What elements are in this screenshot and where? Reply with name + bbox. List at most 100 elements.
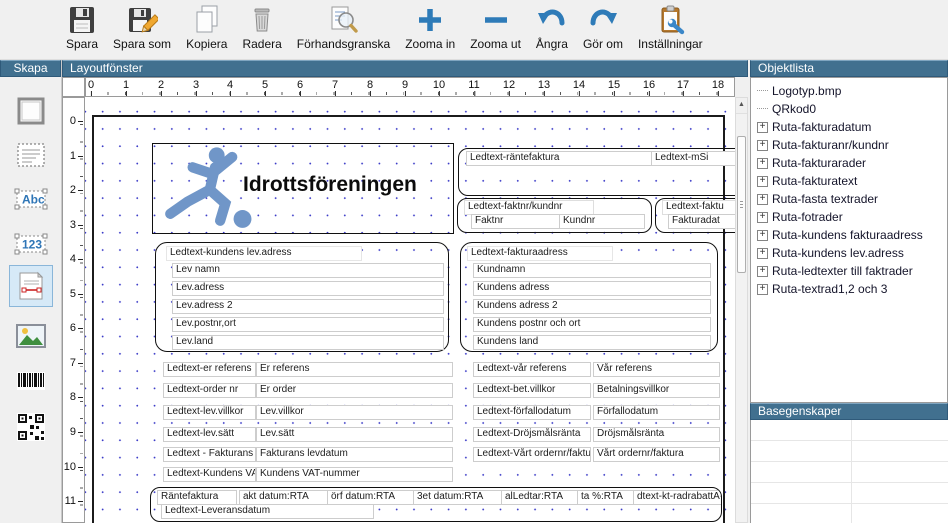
tree-item-fasta-textrader[interactable]: Ruta-fasta textrader bbox=[751, 190, 947, 208]
ref-value[interactable]: Lev.villkor bbox=[256, 405, 453, 420]
msi-label[interactable]: Ledtext-mSi bbox=[651, 151, 735, 166]
ref-value[interactable]: Vår referens bbox=[593, 362, 720, 377]
lev-postnr-field[interactable]: Lev.postnr,ort bbox=[172, 317, 444, 332]
tree-item-kundens-lev-adress[interactable]: Ruta-kundens lev.adress bbox=[751, 244, 947, 262]
tool-invoice-rows[interactable] bbox=[9, 265, 53, 307]
tool-number-field[interactable]: 123 bbox=[9, 223, 53, 265]
lev-adress-field[interactable]: Lev.adress bbox=[172, 281, 444, 296]
tool-image[interactable] bbox=[9, 315, 53, 357]
footer-segment[interactable]: akt datum:RTA bbox=[239, 490, 331, 505]
tree-item-fotrader[interactable]: Ruta-fotrader bbox=[751, 208, 947, 226]
lev-adress2-field[interactable]: Lev.adress 2 bbox=[172, 299, 444, 314]
tree-item-fakturarader[interactable]: Ruta-fakturarader bbox=[751, 154, 947, 172]
tool-text-field[interactable]: Abc bbox=[9, 178, 53, 220]
expand-icon[interactable] bbox=[757, 212, 768, 223]
footer-segment[interactable]: örf datum:RTA bbox=[327, 490, 417, 505]
kundens-postnr-field[interactable]: Kundens postnr och ort bbox=[473, 317, 711, 332]
undo-button[interactable]: Ångra bbox=[536, 0, 568, 51]
zoom-in-button[interactable]: Zooma in bbox=[405, 0, 455, 51]
kundens-land-field[interactable]: Kundens land bbox=[473, 335, 711, 350]
footer-segment[interactable]: alLedtar:RTA bbox=[501, 490, 581, 505]
kundnr-field[interactable]: Kundnr bbox=[559, 214, 645, 229]
fakturadatum-field[interactable]: Fakturadat bbox=[668, 214, 735, 229]
ref-label[interactable]: Ledtext-Kundens VAT bbox=[163, 467, 256, 482]
tree-item-fakturadatum[interactable]: Ruta-fakturadatum bbox=[751, 118, 947, 136]
tree-item-qrkod[interactable]: QRkod0 bbox=[751, 100, 947, 118]
ref-value[interactable]: Fakturans levdatum bbox=[256, 447, 453, 462]
expand-icon[interactable] bbox=[757, 122, 768, 133]
expand-icon[interactable] bbox=[757, 194, 768, 205]
ref-label[interactable]: Ledtext - Fakturans lev bbox=[163, 447, 256, 462]
lev-namn-field[interactable]: Lev namn bbox=[172, 263, 444, 278]
delete-button[interactable]: Radera bbox=[242, 0, 281, 51]
expand-icon[interactable] bbox=[757, 284, 768, 295]
save-as-button[interactable]: Spara som bbox=[113, 0, 171, 51]
scroll-up-button[interactable]: ▲ bbox=[736, 98, 747, 114]
footer-segment[interactable]: dtext-kt-radrabattA-R.Ledtext- bbox=[633, 490, 722, 505]
fakturadatum-box[interactable]: Ledtext-faktu Fakturadat bbox=[655, 198, 735, 233]
ref-value[interactable]: Betalningsvillkor bbox=[593, 383, 720, 398]
lev-adress-box[interactable]: Ledtext-kundens lev.adress Lev namn Lev.… bbox=[155, 242, 449, 352]
kundens-adress-field[interactable]: Kundens adress bbox=[473, 281, 711, 296]
preview-button[interactable]: Förhandsgranska bbox=[297, 0, 390, 51]
footer-segment[interactable]: 3et datum:RTA bbox=[413, 490, 505, 505]
logo-object[interactable]: Idrottsföreningen bbox=[152, 143, 454, 234]
tree-item-ledtexter-faktrader[interactable]: Ruta-ledtexter till faktrader bbox=[751, 262, 947, 280]
ref-value[interactable]: Lev.sätt bbox=[256, 427, 453, 442]
tree-item-textrad123[interactable]: Ruta-textrad1,2 och 3 bbox=[751, 280, 947, 298]
leveransdatum-field[interactable]: Ledtext-Leveransdatum bbox=[161, 504, 374, 519]
footer-segment[interactable]: Räntefaktura bbox=[157, 490, 237, 505]
copy-button[interactable]: Kopiera bbox=[186, 0, 227, 51]
tool-text-area[interactable] bbox=[9, 134, 53, 176]
expand-icon[interactable] bbox=[757, 266, 768, 277]
ref-label[interactable]: Ledtext-bet.villkor bbox=[473, 383, 591, 398]
zoom-out-button[interactable]: Zooma ut bbox=[470, 0, 521, 51]
ref-label[interactable]: Ledtext-lev.villkor bbox=[163, 405, 256, 420]
ref-label[interactable]: Ledtext-förfallodatum bbox=[473, 405, 591, 420]
tree-item-logotyp[interactable]: Logotyp.bmp bbox=[751, 82, 947, 100]
fakturadatum-label[interactable]: Ledtext-faktu bbox=[662, 200, 735, 215]
ref-label[interactable]: Ledtext-order nr bbox=[163, 383, 256, 398]
tree-item-kundens-fakturaadress[interactable]: Ruta-kundens fakturaadress bbox=[751, 226, 947, 244]
tool-qrcode[interactable] bbox=[9, 406, 53, 448]
ref-value[interactable]: Er order bbox=[256, 383, 453, 398]
ref-value[interactable]: Dröjsmålsränta bbox=[593, 427, 720, 442]
vertical-scrollbar[interactable]: ▲ bbox=[735, 97, 748, 523]
ref-label[interactable]: Ledtext-er referens bbox=[163, 362, 256, 377]
ref-value[interactable]: Förfallodatum bbox=[593, 405, 720, 420]
lev-adress-label[interactable]: Ledtext-kundens lev.adress bbox=[166, 246, 362, 261]
expand-icon[interactable] bbox=[757, 176, 768, 187]
expand-icon[interactable] bbox=[757, 140, 768, 151]
redo-button[interactable]: Gör om bbox=[583, 0, 623, 51]
expand-icon[interactable] bbox=[757, 248, 768, 259]
rantefaktura-box[interactable]: Ledtext-räntefaktura Ledtext-mSi bbox=[458, 148, 735, 196]
faktura-adress-box[interactable]: Ledtext-fakturaadress Kundnamn Kundens a… bbox=[460, 242, 718, 352]
ref-value[interactable]: Kundens VAT-nummer bbox=[256, 467, 453, 482]
save-button[interactable]: Spara bbox=[66, 0, 98, 51]
tool-barcode[interactable] bbox=[9, 360, 53, 402]
faktnr-kundnr-box[interactable]: Ledtext-faktnr/kundnr Faktnr Kundnr bbox=[457, 198, 652, 233]
settings-button[interactable]: Inställningar bbox=[638, 0, 703, 51]
faktnr-field[interactable]: Faktnr bbox=[471, 214, 560, 229]
footer-box[interactable]: Räntefaktura akt datum:RTA örf datum:RTA… bbox=[150, 487, 722, 522]
tree-item-fakturanr-kundnr[interactable]: Ruta-fakturanr/kundnr bbox=[751, 136, 947, 154]
faktnr-kundnr-label[interactable]: Ledtext-faktnr/kundnr bbox=[464, 200, 594, 215]
kundnamn-field[interactable]: Kundnamn bbox=[473, 263, 711, 278]
tree-item-fakturatext[interactable]: Ruta-fakturatext bbox=[751, 172, 947, 190]
lev-land-field[interactable]: Lev.land bbox=[172, 335, 444, 350]
expand-icon[interactable] bbox=[757, 158, 768, 169]
expand-icon[interactable] bbox=[757, 230, 768, 241]
tool-rectangle[interactable] bbox=[9, 90, 53, 132]
kundens-adress2-field[interactable]: Kundens adress 2 bbox=[473, 299, 711, 314]
scrollbar-thumb[interactable] bbox=[737, 136, 746, 273]
rantefaktura-label[interactable]: Ledtext-räntefaktura bbox=[466, 151, 654, 166]
ref-label[interactable]: Ledtext-vår referens bbox=[473, 362, 591, 377]
ref-label[interactable]: Ledtext-Vårt ordernr/faktur bbox=[473, 447, 591, 462]
faktura-adress-label[interactable]: Ledtext-fakturaadress bbox=[467, 246, 613, 261]
design-canvas[interactable]: Idrottsföreningen Ledtext-räntefaktura L… bbox=[85, 97, 735, 523]
footer-segment[interactable]: ta %:RTA bbox=[577, 490, 637, 505]
ref-label[interactable]: Ledtext-lev.sätt bbox=[163, 427, 256, 442]
ref-label[interactable]: Ledtext-Dröjsmålsränta bbox=[473, 427, 591, 442]
ref-value[interactable]: Vårt ordernr/faktura bbox=[593, 447, 720, 462]
ref-value[interactable]: Er referens bbox=[256, 362, 453, 377]
